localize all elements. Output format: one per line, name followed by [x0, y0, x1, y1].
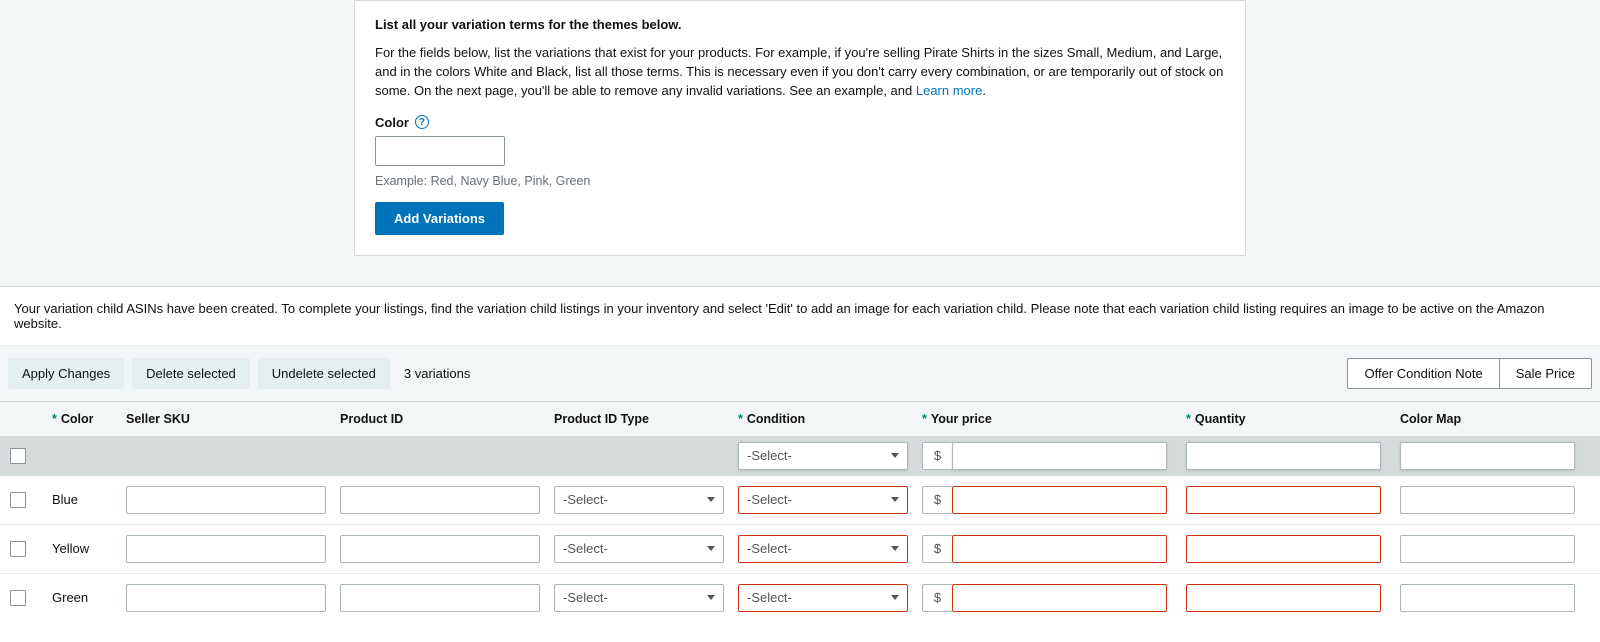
quantity-input[interactable] — [1186, 486, 1381, 514]
select-placeholder-text: -Select- — [563, 541, 608, 556]
select-placeholder-text: -Select- — [563, 492, 608, 507]
color-map-input[interactable] — [1400, 584, 1575, 612]
condition-select[interactable]: -Select- — [738, 584, 908, 612]
header-price: Your price — [931, 412, 992, 426]
row-checkbox[interactable] — [10, 590, 26, 606]
chevron-down-icon — [707, 497, 715, 502]
header-condition: Condition — [747, 412, 805, 426]
seller-sku-input[interactable] — [126, 535, 326, 563]
product-id-type-select[interactable]: -Select- — [554, 584, 724, 612]
variation-terms-card: List all your variation terms for the th… — [354, 0, 1246, 256]
chevron-down-icon — [891, 595, 899, 600]
header-product-id: Product ID — [340, 412, 550, 426]
color-map-input[interactable] — [1400, 535, 1575, 563]
chevron-down-icon — [891, 497, 899, 502]
quantity-input[interactable] — [1186, 535, 1381, 563]
product-id-type-select[interactable]: -Select- — [554, 486, 724, 514]
bulk-condition-placeholder: -Select- — [747, 448, 792, 463]
price-input[interactable]: $ — [922, 584, 1167, 612]
product-id-type-select[interactable]: -Select- — [554, 535, 724, 563]
bulk-quantity-input[interactable] — [1186, 442, 1381, 470]
learn-more-link[interactable]: Learn more — [916, 83, 982, 98]
sale-price-button[interactable]: Sale Price — [1499, 358, 1592, 389]
table-row: Blue -Select- -Select- $ — [0, 476, 1600, 525]
delete-selected-button[interactable]: Delete selected — [132, 358, 250, 389]
variations-count: 3 variations — [404, 366, 470, 381]
currency-prefix: $ — [922, 442, 952, 470]
chevron-down-icon — [891, 546, 899, 551]
condition-select[interactable]: -Select- — [738, 535, 908, 563]
variation-description-tail: . — [982, 83, 986, 98]
select-placeholder-text: -Select- — [747, 492, 792, 507]
variation-description: For the fields below, list the variation… — [375, 44, 1225, 101]
offer-condition-note-button[interactable]: Offer Condition Note — [1347, 358, 1498, 389]
header-product-id-type: Product ID Type — [554, 412, 734, 426]
row-color-value: Green — [52, 590, 122, 605]
select-placeholder-text: -Select- — [747, 541, 792, 556]
table-row: Yellow -Select- -Select- $ — [0, 525, 1600, 574]
undelete-selected-button[interactable]: Undelete selected — [258, 358, 390, 389]
color-map-input[interactable] — [1400, 486, 1575, 514]
variation-heading: List all your variation terms for the th… — [375, 17, 1225, 32]
seller-sku-input[interactable] — [126, 584, 326, 612]
header-quantity: Quantity — [1195, 412, 1246, 426]
header-color-map: Color Map — [1400, 412, 1600, 426]
table-row: Green -Select- -Select- $ — [0, 574, 1600, 642]
chevron-down-icon — [707, 595, 715, 600]
price-input[interactable]: $ — [922, 486, 1167, 514]
row-checkbox[interactable] — [10, 492, 26, 508]
variations-table: *Color Seller SKU Product ID Product ID … — [0, 401, 1600, 642]
color-example-text: Example: Red, Navy Blue, Pink, Green — [375, 174, 1225, 188]
product-id-input[interactable] — [340, 486, 540, 514]
currency-prefix: $ — [922, 535, 952, 563]
row-color-value: Yellow — [52, 541, 122, 556]
variations-toolbar: Apply Changes Delete selected Undelete s… — [0, 346, 1600, 401]
quantity-input[interactable] — [1186, 584, 1381, 612]
bulk-color-map-input[interactable] — [1400, 442, 1575, 470]
select-placeholder-text: -Select- — [563, 590, 608, 605]
variation-description-text: For the fields below, list the variation… — [375, 45, 1223, 98]
chevron-down-icon — [707, 546, 715, 551]
add-variations-button[interactable]: Add Variations — [375, 202, 504, 235]
color-field-label: Color ? — [375, 115, 1225, 130]
product-id-input[interactable] — [340, 535, 540, 563]
header-sku: Seller SKU — [126, 412, 336, 426]
currency-prefix: $ — [922, 486, 952, 514]
color-label-text: Color — [375, 115, 409, 130]
currency-prefix: $ — [922, 584, 952, 612]
price-input[interactable]: $ — [922, 535, 1167, 563]
bulk-apply-row: -Select- $ — [0, 436, 1600, 476]
product-id-input[interactable] — [340, 584, 540, 612]
table-header-row: *Color Seller SKU Product ID Product ID … — [0, 402, 1600, 436]
apply-changes-button[interactable]: Apply Changes — [8, 358, 124, 389]
asin-created-notice: Your variation child ASINs have been cre… — [0, 286, 1600, 346]
help-icon[interactable]: ? — [415, 115, 429, 129]
row-color-value: Blue — [52, 492, 122, 507]
color-input[interactable] — [375, 136, 505, 166]
chevron-down-icon — [891, 453, 899, 458]
select-placeholder-text: -Select- — [747, 590, 792, 605]
header-color: Color — [61, 412, 94, 426]
bulk-price-input[interactable]: $ — [922, 442, 1167, 470]
row-checkbox[interactable] — [10, 541, 26, 557]
seller-sku-input[interactable] — [126, 486, 326, 514]
select-all-checkbox[interactable] — [10, 448, 26, 464]
condition-select[interactable]: -Select- — [738, 486, 908, 514]
bulk-condition-select[interactable]: -Select- — [738, 442, 908, 470]
